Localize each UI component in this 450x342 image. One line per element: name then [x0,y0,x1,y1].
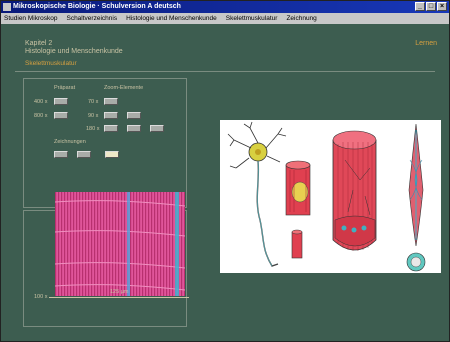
mag-label-70: 70 x [88,99,99,105]
maximize-button[interactable]: □ [426,2,436,11]
zoom-label: Zoom-Elemente [104,85,144,91]
learn-link[interactable]: Lernen [415,40,437,47]
section-title: Skelettmuskulatur [25,60,77,67]
zeichnung-1-button[interactable] [54,151,68,158]
zeichnungen-label: Zeichnungen [54,139,86,145]
chapter-label: Kapitel 2 [25,40,53,47]
close-button[interactable]: × [437,2,447,11]
mag-label-800: 800 x [34,113,48,119]
menu-skelettmuskulatur[interactable]: Skelettmuskulatur [226,13,278,24]
muscle-tissue-illustration [220,120,441,273]
app-icon [3,3,11,11]
mag-label-180: 180 x [86,126,100,132]
minimize-button[interactable]: _ [415,2,425,11]
zeichnung-3-button[interactable] [105,151,119,158]
app-window: Mikroskopische Biologie · Schulversion A… [0,0,450,342]
praeparat-label: Präparat [54,85,76,91]
muscle-micrograph [55,192,185,296]
menu-bar: Studien Mikroskop Schaltverzeichnis Hist… [1,13,449,24]
menu-schaltverzeichnis[interactable]: Schaltverzeichnis [66,13,117,24]
zeichnung-2-button[interactable] [77,151,91,158]
menu-zeichnung[interactable]: Zeichnung [286,13,316,24]
neuron-drawing [227,121,287,267]
menu-studien-mikroskop[interactable]: Studien Mikroskop [4,13,57,24]
title-bar[interactable]: Mikroskopische Biologie · Schulversion A… [1,1,449,13]
zoom-180-button[interactable] [104,125,118,132]
fiber-cylinder-drawing [285,160,311,259]
zoom-180c-button[interactable] [150,125,164,132]
zoom-90-button[interactable] [104,112,118,119]
scale-label: 125 µm [110,289,129,295]
subject-title: Histologie und Menschenkunde [25,48,123,55]
zoom-90b-button[interactable] [127,112,141,119]
spindle-drawing [406,123,426,272]
zoom-180b-button[interactable] [127,125,141,132]
muscle-bundle-drawing [332,130,377,251]
divider [15,71,435,72]
mag-label-400: 400 x [34,99,48,105]
menu-histologie[interactable]: Histologie und Menschenkunde [126,13,217,24]
micrograph-mag-label: 100 x [34,294,48,300]
window-title: Mikroskopische Biologie · Schulversion A… [13,3,181,10]
mag-label-90: 90 x [88,113,99,119]
controls-panel: Präparat Zoom-Elemente 400 x 800 x 70 x … [23,78,187,208]
praeparat-400-button[interactable] [54,98,68,105]
scale-bar [49,297,189,298]
praeparat-800-button[interactable] [54,112,68,119]
zoom-70-button[interactable] [104,98,118,105]
